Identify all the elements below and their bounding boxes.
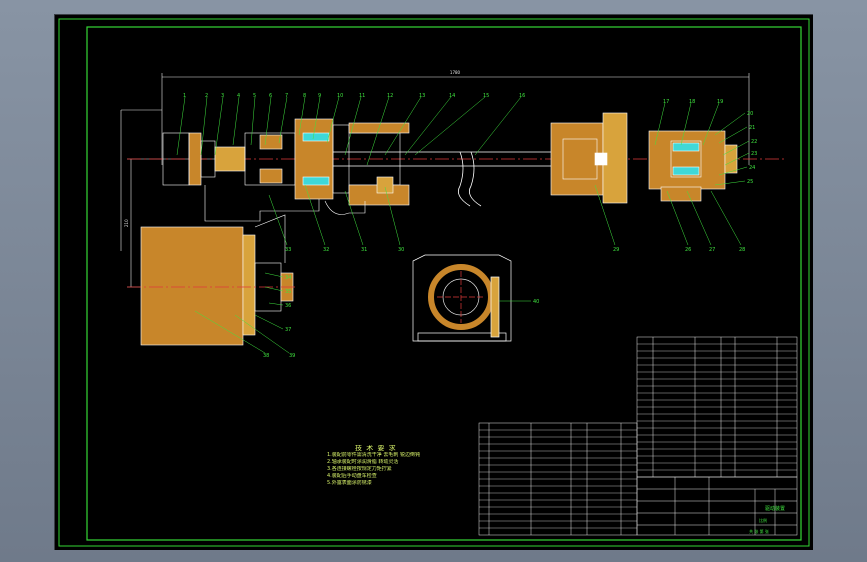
balloon-bottom: 32 — [323, 247, 329, 253]
balloon-right: 22 — [751, 139, 757, 145]
balloon-right: 24 — [749, 165, 755, 171]
balloon-bottom: 26 — [685, 247, 691, 253]
balloon-bottom: 31 — [361, 247, 367, 253]
cad-viewport[interactable]: 1780 210 1 2 3 4 5 6 7 8 9 10 11 12 13 1… — [54, 14, 813, 550]
balloon-top: 11 — [359, 93, 365, 99]
balloon-bottom: 28 — [739, 247, 745, 253]
balloon-bottom: 37 — [285, 327, 291, 333]
sheet-label: 共 张 第 张 — [749, 528, 769, 534]
vertical-offset-label: 210 — [124, 219, 129, 227]
balloon-top: 4 — [237, 93, 240, 99]
balloon-right: 25 — [747, 179, 753, 185]
balloon-right: 21 — [749, 125, 755, 131]
balloon-bottom: 29 — [613, 247, 619, 253]
balloon-bottom: 40 — [533, 299, 539, 305]
balloon-top: 8 — [303, 93, 306, 99]
balloon-column-right: 20 21 22 23 24 25 — [747, 111, 757, 185]
lower-drive-unit — [140, 214, 294, 346]
scale-label: 比例 — [759, 517, 767, 523]
balloon-top: 1 — [183, 93, 186, 99]
balloon-top: 18 — [689, 99, 695, 105]
drawing-name: 驱动装置 — [765, 505, 785, 512]
balloon-top: 3 — [221, 93, 224, 99]
technical-note-line: 1.装配前零件需清洗干净 去毛刺 锐边倒钝 — [327, 452, 420, 458]
parts-list-lower-rows — [479, 429, 637, 529]
balloon-bottom: 30 — [398, 247, 404, 253]
balloon-right: 23 — [751, 151, 757, 157]
balloon-top: 10 — [337, 93, 343, 99]
balloon-top: 17 — [663, 99, 669, 105]
balloon-top: 2 — [205, 93, 208, 99]
technical-note-line: 5.外露表面涂防锈漆 — [327, 480, 372, 486]
balloon-top: 7 — [285, 93, 288, 99]
balloon-bottom: 38 — [263, 353, 269, 359]
balloon-bottom: 34 — [285, 275, 291, 281]
technical-note-line: 4.装配后手动盘车检查 — [327, 473, 377, 479]
balloon-top: 14 — [449, 93, 455, 99]
technical-requirements-title: 技 术 要 求 — [355, 445, 397, 452]
balloon-bottom: 27 — [709, 247, 715, 253]
balloon-bottom: 35 — [285, 289, 291, 295]
balloon-row-bottom: 26 27 28 29 30 31 32 33 34 35 36 37 38 3… — [263, 247, 745, 359]
balloon-top: 15 — [483, 93, 489, 99]
balloon-top: 6 — [269, 93, 272, 99]
balloon-top: 19 — [717, 99, 723, 105]
technical-requirements: 技 术 要 求 1.装配前零件需清洗干净 去毛刺 锐边倒钝 2.轴承装配时涂润滑… — [327, 445, 467, 487]
parts-list-upper-rows — [637, 343, 797, 471]
technical-note-line: 3.各连接螺栓按规定力矩拧紧 — [327, 466, 392, 472]
end-view-bearing-block — [412, 254, 512, 342]
balloon-row-top: 1 2 3 4 5 6 7 8 9 10 11 12 13 14 15 16 1… — [183, 93, 723, 105]
balloon-bottom: 39 — [289, 353, 295, 359]
balloon-right: 20 — [747, 111, 753, 117]
balloon-top: 9 — [318, 93, 321, 99]
middle-support — [550, 112, 628, 204]
balloon-top: 13 — [419, 93, 425, 99]
balloon-bottom: 36 — [285, 303, 291, 309]
overall-length-label: 1780 — [450, 70, 461, 75]
right-bearing-housing — [648, 130, 738, 202]
balloon-top: 5 — [253, 93, 256, 99]
balloon-bottom: 33 — [285, 247, 291, 253]
balloon-top: 16 — [519, 93, 525, 99]
balloon-top: 12 — [387, 93, 393, 99]
technical-note-line: 2.轴承装配时涂润滑脂 转动灵活 — [327, 459, 399, 465]
